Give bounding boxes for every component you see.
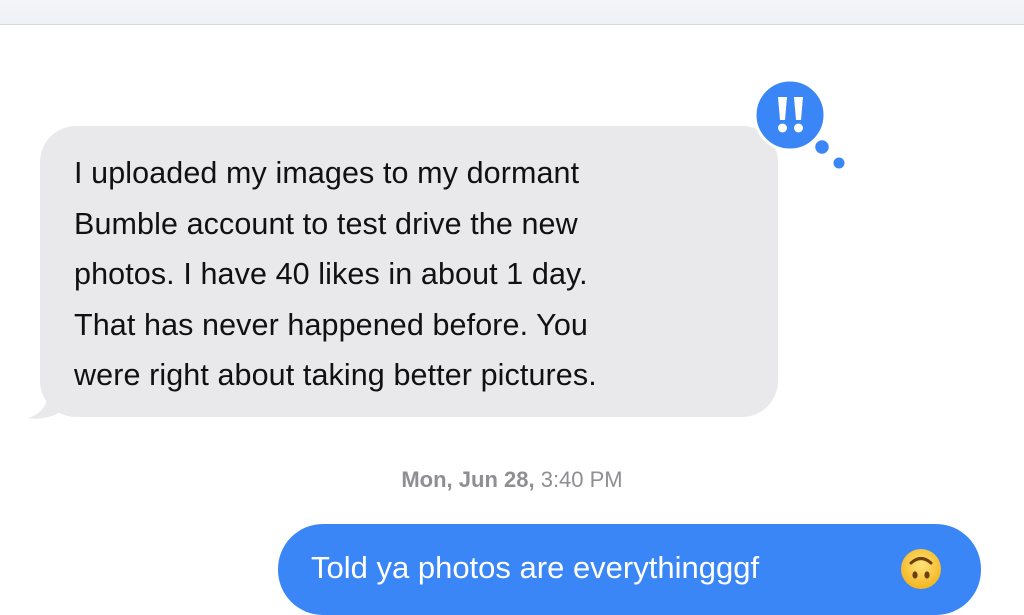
received-message-text: I uploaded my images to my dormant Bumbl…	[74, 148, 754, 401]
message-line: Bumble account to test drive the new	[74, 206, 578, 241]
sent-message-bubble[interactable]: Told ya photos are everythingggf	[278, 524, 981, 615]
received-message-bubble[interactable]: I uploaded my images to my dormant Bumbl…	[28, 126, 778, 419]
top-bar	[0, 0, 1024, 25]
upside-down-face-icon	[901, 549, 941, 589]
message-line: That has never happened before. You	[74, 307, 588, 342]
message-line: I uploaded my images to my dormant	[74, 156, 580, 190]
exclamation-tapback-icon[interactable]	[747, 80, 847, 170]
bubble-tail-icon	[28, 392, 64, 419]
timestamp-day: Mon, Jun 28,	[401, 467, 535, 492]
message-thread[interactable]: I uploaded my images to my dormant Bumbl…	[0, 25, 1024, 615]
sent-message-text: Told ya photos are everythingggf	[311, 550, 760, 585]
message-line: were right about taking better pictures.	[74, 358, 597, 392]
timestamp-time: 3:40 PM	[534, 467, 623, 492]
message-line: photos. I have 40 likes in about 1 day.	[74, 257, 588, 291]
timestamp: Mon, Jun 28, 3:40 PM	[0, 467, 1024, 493]
